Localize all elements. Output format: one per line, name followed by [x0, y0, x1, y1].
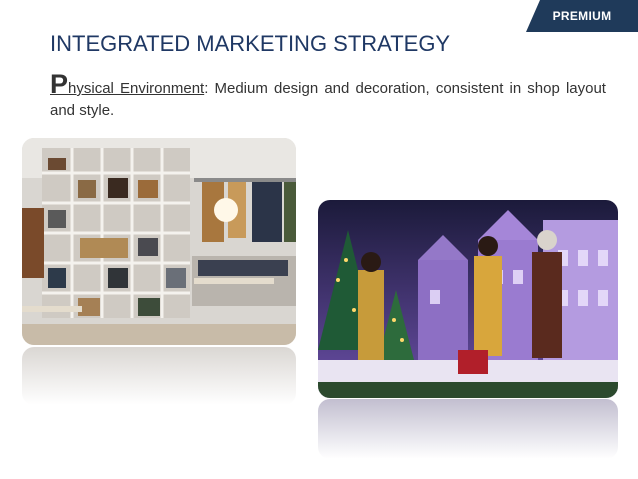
- store-interior-photo: [22, 138, 296, 345]
- display-photo-reflection: [318, 399, 618, 459]
- holiday-window-display-photo: [318, 200, 618, 398]
- page-title: INTEGRATED MARKETING STRATEGY: [50, 31, 451, 56]
- premium-badge-label: PREMIUM: [552, 9, 612, 23]
- section-heading-rest: hysical Environment: [68, 80, 205, 97]
- dropcap-letter: P: [50, 69, 69, 99]
- store-photo-reflection: [22, 347, 296, 405]
- section-heading: Physical Environment: [50, 71, 205, 98]
- premium-badge: PREMIUM: [526, 0, 638, 32]
- body-paragraph: Physical Environment: Medium design and …: [50, 71, 606, 122]
